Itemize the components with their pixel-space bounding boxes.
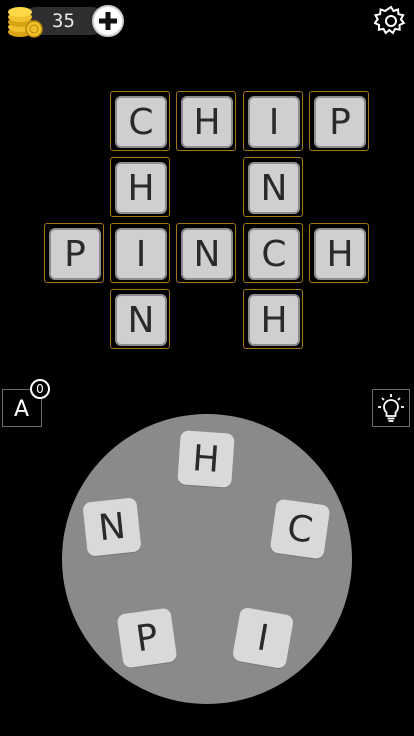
shuffle-count-badge: 0	[30, 379, 50, 399]
board-cell: C	[243, 223, 303, 283]
shuffle-letter: A	[14, 397, 30, 422]
board-cell: I	[110, 223, 170, 283]
board-cell: N	[176, 223, 236, 283]
board-cell: H	[110, 157, 170, 217]
board-letter: C	[248, 228, 300, 280]
board-cell: N	[243, 157, 303, 217]
board-letter: N	[115, 294, 167, 346]
board-letter: P	[49, 228, 101, 280]
board-letter: H	[248, 294, 300, 346]
board-letter: C	[115, 96, 167, 148]
wheel-letter[interactable]: C	[269, 498, 331, 560]
lightbulb-icon	[378, 394, 404, 422]
wheel-letter[interactable]: H	[177, 430, 235, 488]
board-letter: N	[181, 228, 233, 280]
wheel-letter[interactable]: I	[231, 606, 295, 670]
board-cell: H	[176, 91, 236, 151]
board-cell: N	[110, 289, 170, 349]
board-cell: P	[309, 91, 369, 151]
crossword-board: C H I P H N P I N C H N H	[0, 0, 414, 360]
board-letter: P	[314, 96, 366, 148]
board-cell: H	[243, 289, 303, 349]
letter-wheel[interactable]: H C I P N	[62, 414, 352, 704]
board-cell: I	[243, 91, 303, 151]
board-letter: H	[314, 228, 366, 280]
board-letter: I	[115, 228, 167, 280]
wheel-letter[interactable]: N	[82, 497, 142, 557]
board-letter: I	[248, 96, 300, 148]
board-letter: H	[115, 162, 167, 214]
board-cell: P	[44, 223, 104, 283]
wheel-letter[interactable]: P	[116, 607, 178, 669]
board-letter: N	[248, 162, 300, 214]
board-letter: H	[181, 96, 233, 148]
board-cell: H	[309, 223, 369, 283]
hint-button[interactable]	[372, 389, 410, 427]
board-cell: C	[110, 91, 170, 151]
